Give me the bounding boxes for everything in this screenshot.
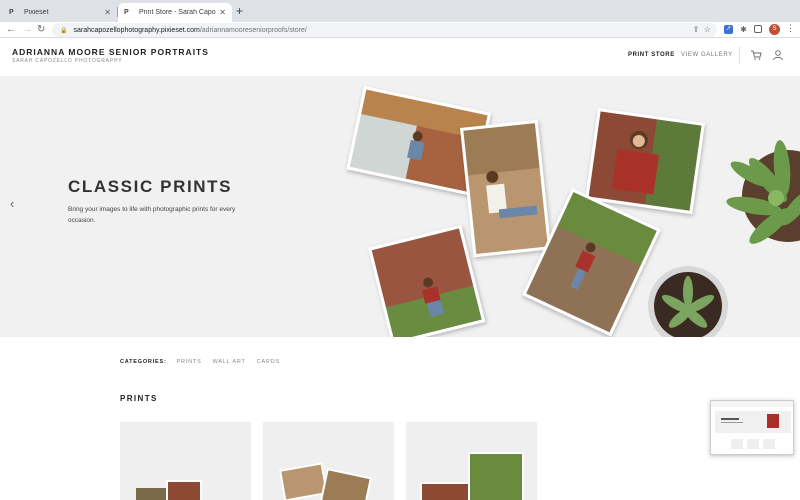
hero-title: CLASSIC PRINTS <box>68 177 233 196</box>
hero-subtitle: Bring your images to life with photograp… <box>68 206 236 224</box>
hero-print-collage-image <box>346 86 800 337</box>
category-cards[interactable]: CARDS <box>257 359 280 365</box>
site-subtitle: SARAH CAPOZELLO PHOTOGRAPHY <box>12 58 123 64</box>
small-succulent-decoration <box>648 266 728 337</box>
new-tab-button[interactable]: + <box>236 4 243 18</box>
browser-tab-print-store[interactable]: P Print Store - Sarah Capozello P ✕ <box>118 3 232 22</box>
url-path: /adriannamooreseniorproofs/store/ <box>199 26 307 34</box>
browser-toolbar: ← → ↻ 🔒 sarahcapozellophotography.pixies… <box>0 22 800 38</box>
category-wall-art[interactable]: WALL ART <box>213 359 246 365</box>
product-card[interactable] <box>263 422 394 500</box>
picture-in-picture-preview[interactable] <box>710 400 794 455</box>
site-header: ADRIANNA MOORE SENIOR PORTRAITS SARAH CA… <box>0 38 800 76</box>
category-prints[interactable]: PRINTS <box>177 359 202 365</box>
back-arrow-icon[interactable]: ← <box>6 23 16 37</box>
extension-icon[interactable]: ↗ <box>724 25 733 34</box>
product-card[interactable] <box>406 422 537 500</box>
tab-title: Print Store - Sarah Capozello P <box>139 9 216 16</box>
profile-avatar[interactable]: S <box>769 24 780 35</box>
side-panel-icon[interactable] <box>754 25 762 33</box>
section-title-prints: PRINTS <box>120 394 158 403</box>
product-thumbnail-image <box>136 480 202 500</box>
share-icon[interactable]: ⇪ <box>693 25 700 34</box>
omnibox-actions: ⇪ ☆ <box>693 25 711 34</box>
nav-print-store[interactable]: PRINT STORE <box>628 52 675 58</box>
close-tab-icon[interactable]: ✕ <box>104 8 111 17</box>
hero-banner: ‹ CLASSIC PRINTS Bring your images to li… <box>0 76 800 337</box>
bookmark-star-icon[interactable]: ☆ <box>704 25 711 34</box>
browser-tab-bar: P Pixieset ✕ P Print Store - Sarah Capoz… <box>0 0 800 22</box>
reload-icon[interactable]: ↻ <box>37 23 45 37</box>
address-bar[interactable]: 🔒 sarahcapozellophotography.pixieset.com… <box>52 23 717 37</box>
user-account-icon[interactable] <box>772 49 784 61</box>
succulent-plant-decoration <box>726 140 800 244</box>
product-thumbnail-image <box>420 452 524 500</box>
categories-label: CATEGORIES: <box>120 359 167 365</box>
product-card[interactable] <box>120 422 251 500</box>
cart-icon[interactable] <box>750 49 762 61</box>
forward-arrow-icon[interactable]: → <box>22 23 32 37</box>
nav-view-gallery[interactable]: VIEW GALLERY <box>681 52 733 58</box>
pixieset-favicon-icon: P <box>124 9 129 16</box>
puzzle-extensions-icon[interactable]: ✱ <box>739 25 748 34</box>
url-host: sarahcapozellophotography.pixieset.com <box>73 26 200 34</box>
print-photo-brick-sitting <box>368 224 486 337</box>
lock-icon: 🔒 <box>60 27 68 34</box>
site-title[interactable]: ADRIANNA MOORE SENIOR PORTRAITS <box>12 47 209 57</box>
previous-slide-chevron-icon[interactable]: ‹ <box>10 196 14 211</box>
close-tab-icon[interactable]: ✕ <box>219 8 226 17</box>
pixieset-favicon-icon: P <box>9 9 14 16</box>
product-thumbnail-image <box>279 462 372 500</box>
more-menu-icon[interactable]: ⋮ <box>786 23 795 34</box>
print-photo-brick-portrait <box>585 108 705 215</box>
tab-title: Pixieset <box>24 9 49 16</box>
categories-bar: CATEGORIES: PRINTS WALL ART CARDS <box>120 359 291 365</box>
nav-divider <box>739 47 740 64</box>
print-photo-field <box>460 119 552 258</box>
page-thumbnail-image <box>711 401 793 449</box>
browser-tab-pixieset[interactable]: P Pixieset ✕ <box>3 3 117 22</box>
